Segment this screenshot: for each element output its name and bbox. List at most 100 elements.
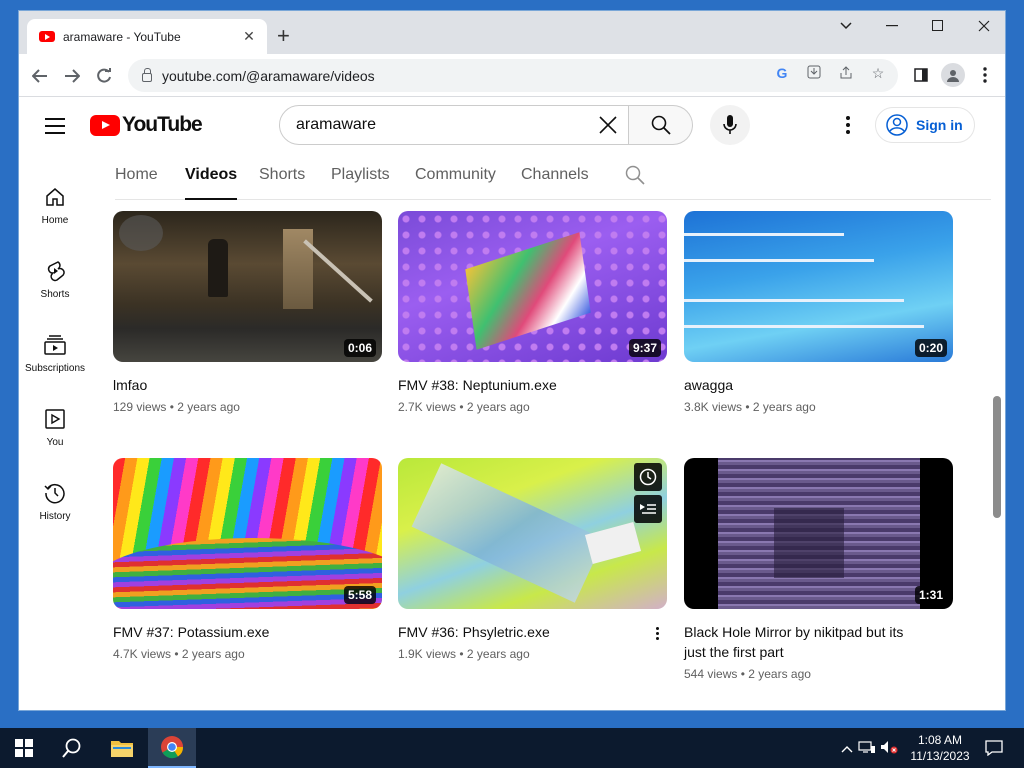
video-views: 2.7K views: [398, 400, 457, 414]
sidebar-item-shorts[interactable]: Shorts: [19, 259, 91, 319]
video-action-menu-icon[interactable]: [656, 627, 659, 640]
show-hidden-icons-icon[interactable]: [838, 741, 856, 756]
guide-menu-icon[interactable]: [45, 118, 65, 134]
video-card[interactable]: 0:20 awagga 3.8K views • 2 years ago: [684, 211, 953, 414]
tab-playlists[interactable]: Playlists: [331, 166, 390, 200]
chrome-taskbar-button[interactable]: [148, 728, 196, 768]
watch-later-button[interactable]: [634, 463, 662, 491]
you-icon: [43, 407, 67, 431]
video-title[interactable]: awagga: [684, 375, 953, 395]
tab-home[interactable]: Home: [115, 166, 158, 200]
windows-icon: [15, 739, 33, 757]
youtube-wordmark: YouTube: [122, 113, 203, 136]
search-query: aramaware: [296, 116, 377, 133]
search-taskbar-button[interactable]: [48, 728, 96, 768]
video-title[interactable]: Black Hole Mirror by nikitpad but its ju…: [684, 622, 953, 662]
tab-search-icon[interactable]: [823, 11, 869, 41]
video-title[interactable]: FMV #37: Potassium.exe: [113, 622, 382, 642]
video-card[interactable]: FMV #36: Phsyletric.exe 1.9K views • 2 y…: [398, 458, 667, 661]
video-card[interactable]: 1:31 Black Hole Mirror by nikitpad but i…: [684, 458, 953, 681]
video-card[interactable]: 5:58 FMV #37: Potassium.exe 4.7K views •…: [113, 458, 382, 661]
notifications-button[interactable]: [970, 728, 1018, 768]
video-title[interactable]: FMV #38: Neptunium.exe: [398, 375, 667, 395]
settings-menu-icon[interactable]: [837, 113, 859, 137]
lock-icon[interactable]: [142, 67, 152, 82]
tab-channels[interactable]: Channels: [521, 166, 589, 200]
video-card[interactable]: 9:37 FMV #38: Neptunium.exe 2.7K views •…: [398, 211, 667, 414]
google-icon[interactable]: G: [772, 65, 792, 82]
video-thumbnail[interactable]: 9:37: [398, 211, 667, 362]
folder-icon: [111, 741, 133, 757]
browser-tab[interactable]: aramaware - YouTube ✕: [27, 19, 267, 54]
youtube-logo[interactable]: YouTube: [90, 113, 203, 137]
clock-icon: [639, 468, 657, 486]
page-scrollbar[interactable]: [993, 396, 1001, 518]
video-age: 2 years ago: [752, 400, 816, 414]
share-icon[interactable]: [836, 65, 856, 82]
video-title[interactable]: lmfao: [113, 375, 382, 395]
video-views: 3.8K views: [684, 400, 743, 414]
youtube-play-icon: [90, 114, 120, 136]
volume-muted-icon[interactable]: [878, 740, 900, 757]
channel-search-icon[interactable]: [625, 165, 645, 190]
video-age: 2 years ago: [466, 647, 530, 661]
close-tab-icon[interactable]: ✕: [241, 28, 257, 45]
tab-shorts[interactable]: Shorts: [259, 166, 305, 200]
video-age: 2 years ago: [748, 667, 811, 681]
new-tab-button[interactable]: +: [277, 25, 290, 47]
tab-community[interactable]: Community: [415, 166, 496, 200]
add-to-queue-button[interactable]: [634, 495, 662, 523]
minimize-button[interactable]: [869, 11, 915, 41]
video-thumbnail[interactable]: 5:58: [113, 458, 382, 609]
video-age: 2 years ago: [181, 647, 245, 661]
sidebar-item-home[interactable]: Home: [19, 185, 91, 245]
video-views: 544 views: [684, 667, 738, 681]
forward-button[interactable]: [59, 63, 85, 89]
video-duration: 0:20: [914, 339, 947, 357]
sidebar-item-you[interactable]: You: [19, 407, 91, 467]
sidebar-item-history[interactable]: History: [19, 481, 91, 541]
maximize-button[interactable]: [915, 11, 961, 41]
side-panel-icon[interactable]: [909, 63, 933, 87]
video-thumbnail[interactable]: 0:20: [684, 211, 953, 362]
tab-title: aramaware - YouTube: [63, 29, 181, 44]
back-button[interactable]: [27, 63, 53, 89]
taskbar: 1:08 AM 11/13/2023: [0, 728, 1024, 768]
voice-search-button[interactable]: [710, 105, 750, 145]
video-card[interactable]: 0:06 lmfao 129 views • 2 years ago: [113, 211, 382, 414]
microphone-icon: [723, 115, 737, 134]
video-views: 4.7K views: [113, 647, 172, 661]
profile-avatar[interactable]: [941, 63, 965, 87]
video-views: 129 views: [113, 400, 167, 414]
tab-bar: aramaware - YouTube ✕ +: [19, 11, 1005, 54]
close-window-button[interactable]: [961, 11, 1005, 41]
start-button[interactable]: [0, 728, 48, 768]
sidebar-item-label: Subscriptions: [24, 363, 86, 374]
file-explorer-button[interactable]: [98, 728, 146, 768]
video-thumbnail[interactable]: 1:31: [684, 458, 953, 609]
notification-icon: [985, 740, 1003, 756]
sidebar-item-label: Home: [41, 215, 69, 226]
sign-in-button[interactable]: Sign in: [875, 107, 975, 143]
video-title[interactable]: FMV #36: Phsyletric.exe: [398, 622, 667, 642]
clear-search-icon[interactable]: [588, 115, 628, 135]
sidebar-item-subscriptions[interactable]: Subscriptions: [19, 333, 91, 393]
video-meta: 129 views • 2 years ago: [113, 400, 240, 414]
tab-videos[interactable]: Videos: [185, 166, 238, 200]
video-meta: 544 views • 2 years ago: [684, 667, 811, 681]
browser-menu-icon[interactable]: [973, 63, 997, 87]
address-toolbar: youtube.com/@aramaware/videos G ☆: [19, 54, 1005, 97]
search-button[interactable]: [629, 105, 693, 145]
omnibox[interactable]: youtube.com/@aramaware/videos G ☆: [128, 59, 898, 92]
video-duration: 9:37: [628, 339, 661, 357]
install-icon[interactable]: [804, 65, 824, 82]
video-thumbnail[interactable]: 0:06: [113, 211, 382, 362]
search-input[interactable]: aramaware: [279, 105, 629, 145]
network-icon[interactable]: [856, 740, 878, 757]
video-duration: 5:58: [343, 586, 376, 604]
video-thumbnail[interactable]: [398, 458, 667, 609]
bookmark-star-icon[interactable]: ☆: [868, 65, 888, 82]
taskbar-clock[interactable]: 1:08 AM 11/13/2023: [905, 732, 975, 764]
search-icon: [62, 738, 81, 758]
reload-button[interactable]: [91, 63, 117, 89]
